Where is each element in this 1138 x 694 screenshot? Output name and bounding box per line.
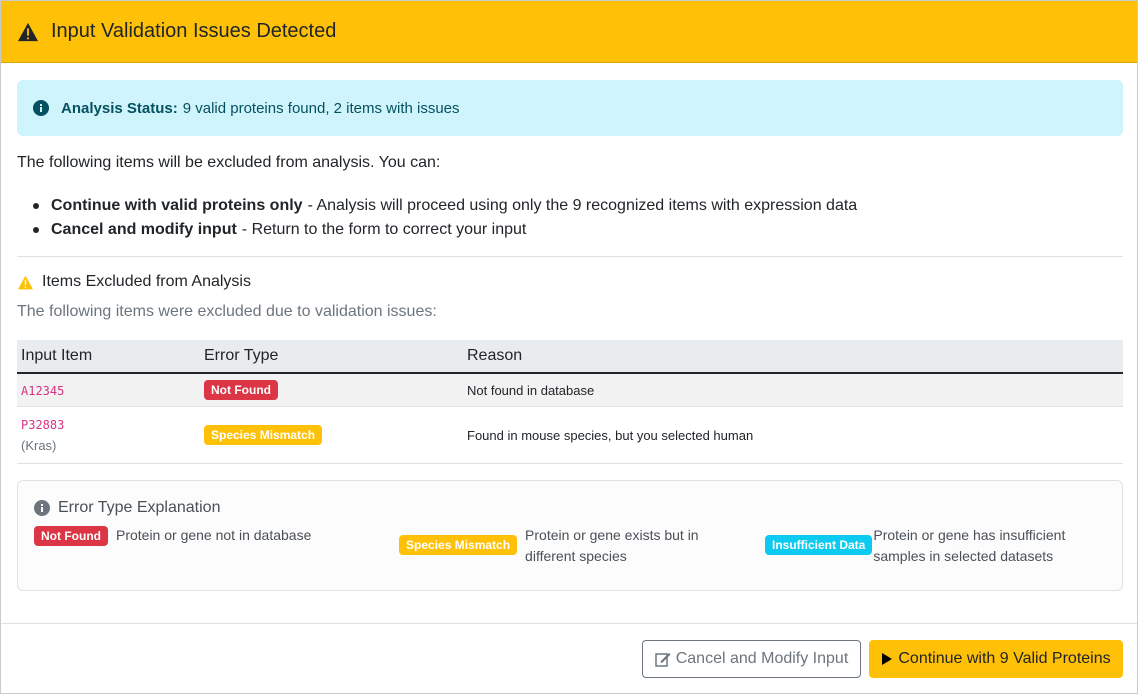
excluded-heading-text: Items Excluded from Analysis	[42, 273, 251, 290]
column-header-error-type: Error Type	[204, 347, 279, 364]
error-badge-species-mismatch: Species Mismatch	[204, 425, 323, 445]
explanation-text: Protein or gene not in database	[115, 527, 312, 543]
option-title: Cancel and modify input	[51, 221, 237, 238]
modal-header: Input Validation Issues Detected	[1, 1, 1137, 63]
table-row: A12345 Not Found Not found in database	[17, 374, 1123, 407]
divider	[17, 256, 1123, 257]
input-item-subtitle: (Kras)	[21, 437, 57, 453]
warning-triangle-icon	[18, 22, 38, 41]
info-circle-icon	[33, 100, 49, 116]
option-title: Continue with valid proteins only	[51, 197, 303, 214]
modal-title: Input Validation Issues Detected	[51, 20, 337, 42]
badge-species-mismatch: Species Mismatch	[399, 535, 518, 555]
cancel-button-label: Cancel and Modify Input	[675, 650, 849, 667]
explanation-text: Protein or gene has insufficient	[873, 527, 1066, 543]
warning-triangle-icon	[18, 275, 33, 289]
status-label: Analysis Status:	[61, 99, 178, 117]
info-circle-icon	[34, 500, 50, 516]
table-row: P32883 (Kras) Species Mismatch Found in …	[17, 407, 1123, 464]
excluded-heading: Items Excluded from Analysis	[17, 273, 251, 291]
reason-text: Found in mouse species, but you selected…	[467, 427, 754, 443]
cancel-modify-button[interactable]: Cancel and Modify Input	[642, 640, 861, 678]
badge-insufficient-data: Insufficient Data	[765, 535, 873, 555]
list-item: Cancel and modify input - Return to the …	[17, 218, 857, 242]
bullet	[33, 203, 39, 209]
list-item: Continue with valid proteins only - Anal…	[17, 194, 857, 218]
badge-not-found: Not Found	[34, 526, 108, 546]
option-desc: - Return to the form to correct your inp…	[241, 221, 527, 238]
explanation-text: samples in selected datasets	[873, 548, 1054, 564]
input-item-code: P32883	[21, 417, 65, 432]
option-desc: - Analysis will proceed using only the 9…	[307, 197, 858, 214]
input-item-code: A12345	[21, 383, 65, 398]
excluded-items-table: Input Item Error Type Reason A12345 Not …	[17, 340, 1123, 464]
explanation-item-insufficient-data: Insufficient Data Protein or gene has in…	[765, 525, 1065, 567]
edit-icon	[654, 653, 671, 667]
explanation-heading: Error Type Explanation	[34, 499, 220, 517]
explanation-text: different species	[525, 548, 627, 564]
status-text: 9 valid proteins found, 2 items with iss…	[182, 99, 460, 117]
bullet	[33, 227, 39, 233]
error-type-explanation-card: Error Type Explanation Not Found Protein…	[17, 480, 1123, 591]
options-list: Continue with valid proteins only - Anal…	[17, 194, 857, 242]
intro-text: The following items will be excluded fro…	[17, 154, 441, 171]
continue-button-label: Continue with 9 Valid Proteins	[898, 650, 1111, 667]
reason-text: Not found in database	[467, 382, 595, 398]
analysis-status-alert: Analysis Status: 9 valid proteins found,…	[17, 80, 1123, 136]
validation-modal: Input Validation Issues Detected Analysi…	[0, 0, 1138, 694]
play-icon	[882, 653, 893, 665]
column-header-input-item: Input Item	[21, 347, 93, 364]
excluded-description: The following items were excluded due to…	[17, 303, 437, 320]
explanation-item-not-found: Not Found Protein or gene not in databas…	[34, 525, 311, 546]
explanation-text: Protein or gene exists but in	[525, 527, 699, 543]
footer-divider	[1, 623, 1137, 624]
explanation-item-species-mismatch: Species Mismatch Protein or gene exists …	[399, 525, 699, 567]
column-header-reason: Reason	[467, 347, 523, 364]
explanation-heading-text: Error Type Explanation	[58, 499, 221, 516]
continue-button[interactable]: Continue with 9 Valid Proteins	[869, 640, 1123, 678]
error-badge-not-found: Not Found	[204, 380, 278, 400]
table-header: Input Item Error Type Reason	[17, 340, 1123, 374]
